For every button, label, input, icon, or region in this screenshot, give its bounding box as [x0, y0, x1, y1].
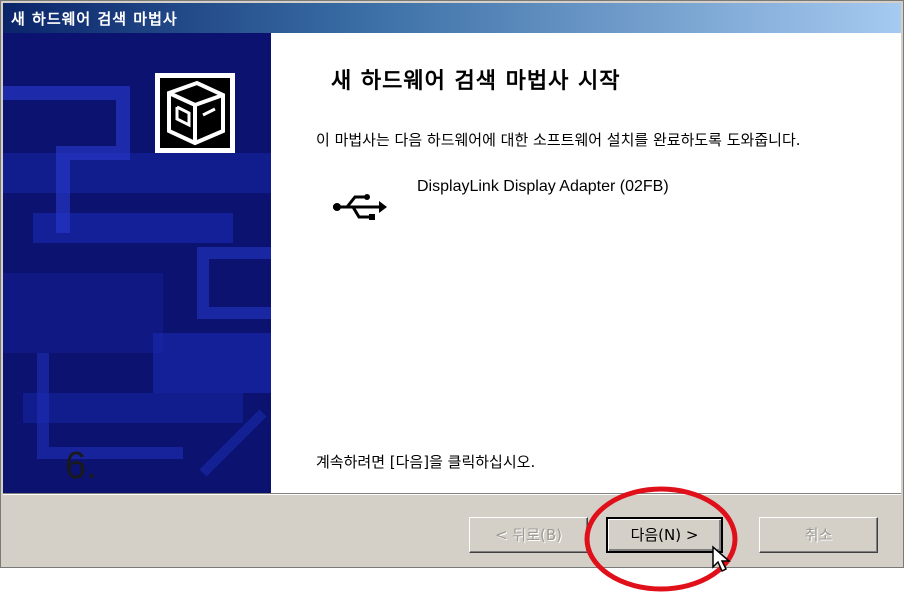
wizard-sidebar: 6.	[3, 33, 271, 493]
wizard-heading: 새 하드웨어 검색 마법사 시작	[331, 69, 621, 94]
wizard-window: 새 하드웨어 검색 마법사 6. 새 하드웨어 검색 마법사 시작 이 마법사는…	[0, 0, 904, 568]
back-button[interactable]: < 뒤로(B)	[469, 517, 588, 553]
next-button[interactable]: 다음(N) >	[606, 517, 723, 553]
device-name: DisplayLink Display Adapter (02FB)	[417, 178, 669, 195]
wizard-content: 6. 새 하드웨어 검색 마법사 시작 이 마법사는 다음 하드웨어에 대한 소…	[3, 33, 901, 493]
continue-instruction: 계속하려면 [다음]을 클릭하십시오.	[316, 453, 536, 471]
window-title: 새 하드웨어 검색 마법사	[11, 10, 178, 28]
hardware-wizard-icon	[153, 71, 237, 155]
title-bar[interactable]: 새 하드웨어 검색 마법사	[3, 3, 901, 33]
wizard-description: 이 마법사는 다음 하드웨어에 대한 소프트웨어 설치를 완료하도록 도와줍니다…	[316, 131, 801, 149]
usb-icon	[329, 189, 389, 225]
step-number: 6.	[65, 445, 97, 487]
button-separator	[3, 493, 901, 495]
cancel-button[interactable]: 취소	[759, 517, 878, 553]
